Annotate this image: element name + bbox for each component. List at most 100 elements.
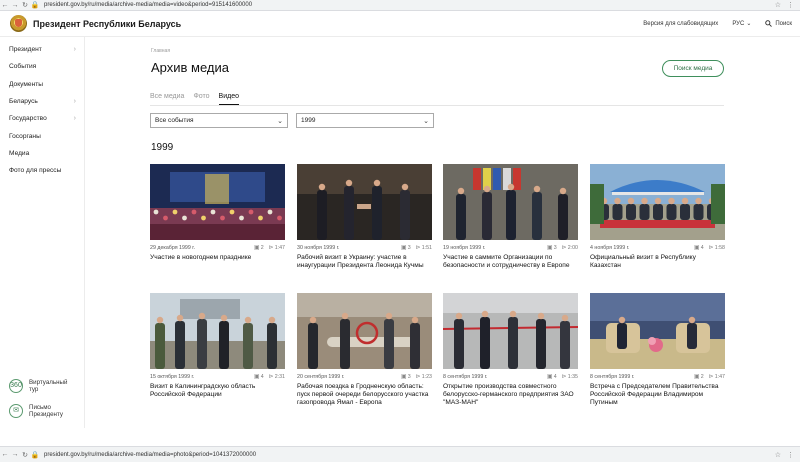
video-thumbnail-image: [297, 164, 432, 240]
photo-count: ▣ 4: [547, 373, 557, 381]
video-duration: ⊳ 1:35: [561, 373, 578, 381]
video-duration-value: 2:31: [274, 373, 285, 380]
video-thumbnail[interactable]: [150, 164, 285, 240]
accessibility-link[interactable]: Версия для слабовидящих: [643, 21, 718, 27]
media-card[interactable]: 29 декабря 1999 г. ▣ 2 ⊳ 1:47 Участие в новог…: [150, 164, 285, 262]
media-card[interactable]: 8 сентября 1999 г. ▣ 4 ⊳ 1:35 Открытие произв…: [443, 293, 578, 408]
video-duration-value: 2:00: [567, 244, 578, 251]
coat-of-arms-icon[interactable]: [10, 15, 27, 32]
event-filter-select[interactable]: Все события ⌄: [150, 113, 288, 128]
media-card[interactable]: 8 сентября 1999 г. ▣ 2 ⊳ 1:47 Встреча с Предс…: [590, 293, 725, 408]
play-icon: ⊳: [268, 245, 274, 251]
card-date: 15 октября 1999 г.: [150, 373, 195, 380]
card-title[interactable]: Рабочая поездка в Гродненскую область: п…: [297, 383, 432, 408]
mail-icon: ✉: [9, 403, 23, 418]
video-thumbnail-image: [443, 164, 578, 240]
breadcrumb[interactable]: Главная: [151, 48, 170, 54]
card-date: 29 декабря 1999 г.: [150, 244, 196, 251]
photo-icon: ▣: [694, 374, 700, 380]
forward-icon[interactable]: →: [10, 451, 20, 458]
card-date: 8 сентября 1999 г.: [590, 373, 635, 380]
bookmark-icon[interactable]: ☆: [775, 1, 781, 9]
address-bar[interactable]: president.gov.by/ru/media/archive-media/…: [44, 2, 252, 8]
video-thumbnail[interactable]: [443, 164, 578, 240]
media-card[interactable]: 15 октября 1999 г. ▣ 4 ⊳ 2:31 Визит в Калинин…: [150, 293, 285, 399]
media-card[interactable]: 4 ноября 1999 г. ▣ 4 ⊳ 1:58 Официальный визит…: [590, 164, 725, 270]
tab-photo[interactable]: Фото: [193, 93, 209, 105]
media-card[interactable]: 30 ноября 1999 г. ▣ 3 ⊳ 1:51 Рабочий визит в …: [297, 164, 432, 270]
video-thumbnail-image: [590, 164, 725, 240]
letter-president-link[interactable]: ✉ Письмо Президенту: [0, 398, 85, 423]
video-duration-value: 1:47: [274, 244, 285, 251]
sidebar-item[interactable]: Медиа: [0, 145, 84, 162]
card-title[interactable]: Рабочий визит в Украину: участие в инауг…: [297, 254, 432, 270]
virtual-tour-link[interactable]: 360 Виртуальный тур: [0, 373, 85, 398]
sidebar-item[interactable]: Госорганы: [0, 127, 84, 144]
video-thumbnail[interactable]: [590, 164, 725, 240]
search-button[interactable]: Поиск: [765, 20, 792, 27]
tour-360-icon: 360: [9, 378, 23, 393]
back-icon[interactable]: ←: [0, 2, 10, 9]
video-thumbnail[interactable]: [443, 293, 578, 369]
video-thumbnail[interactable]: [150, 293, 285, 369]
media-tabs: Все медиа Фото Видео: [150, 93, 239, 105]
tabs-divider: [150, 105, 724, 106]
video-thumbnail-image: [297, 293, 432, 369]
chevron-down-icon: ⌄: [746, 21, 752, 27]
year-filter-value: 1999: [301, 117, 316, 124]
language-selector[interactable]: РУС ⌄: [732, 20, 752, 28]
menu-icon[interactable]: ⋮: [787, 1, 794, 9]
card-date: 19 ноября 1999 г.: [443, 244, 486, 251]
sidebar-item-label: Госорганы: [9, 132, 41, 140]
tab-video[interactable]: Видео: [218, 93, 239, 105]
video-thumbnail[interactable]: [297, 164, 432, 240]
reload-icon[interactable]: ↻: [20, 451, 30, 459]
photo-count-value: 3: [407, 244, 411, 251]
year-heading: 1999: [151, 142, 174, 153]
bookmark-icon[interactable]: ☆: [775, 451, 781, 459]
site-title[interactable]: Президент Республики Беларусь: [33, 19, 181, 29]
sidebar-item[interactable]: События: [0, 58, 84, 75]
card-title[interactable]: Визит в Калининградскую область Российск…: [150, 383, 285, 399]
sidebar-item-label: Государство: [9, 115, 47, 123]
photo-count: ▣ 3: [401, 373, 411, 381]
video-thumbnail[interactable]: [590, 293, 725, 369]
reload-icon[interactable]: ↻: [20, 1, 30, 9]
forward-icon[interactable]: →: [10, 2, 20, 9]
address-bar[interactable]: president.gov.by/ru/media/archive-media/…: [44, 452, 256, 458]
card-title[interactable]: Встреча с Председателем Правительства Ро…: [590, 383, 725, 408]
year-filter-select[interactable]: 1999 ⌄: [296, 113, 434, 128]
tab-all-media[interactable]: Все медиа: [150, 93, 184, 105]
video-duration: ⊳ 1:47: [709, 373, 725, 381]
card-title[interactable]: Участие в новогоднем празднике: [150, 254, 285, 262]
play-icon: ⊳: [561, 245, 567, 251]
photo-icon: ▣: [254, 374, 260, 380]
sidebar-item[interactable]: Фото для прессы: [0, 162, 84, 179]
card-title[interactable]: Участие в саммите Организации по безопас…: [443, 254, 578, 270]
video-duration-value: 1:51: [421, 244, 432, 251]
photo-count-value: 2: [260, 244, 264, 251]
video-duration: ⊳ 2:00: [561, 244, 578, 252]
card-title[interactable]: Официальный визит в Республику Казахстан: [590, 254, 725, 270]
sidebar-item[interactable]: Документы: [0, 76, 84, 93]
search-media-button[interactable]: Поиск медиа: [662, 60, 724, 77]
card-meta: 8 сентября 1999 г. ▣ 4 ⊳ 1:35: [443, 373, 578, 381]
video-thumbnail[interactable]: [297, 293, 432, 369]
video-duration: ⊳ 2:31: [269, 373, 285, 381]
site-header: Президент Республики Беларусь Версия для…: [0, 11, 800, 37]
card-title[interactable]: Открытие производства совместного белору…: [443, 383, 578, 408]
media-card[interactable]: 19 ноября 1999 г. ▣ 3 ⊳ 2:00 Участие в саммит…: [443, 164, 578, 270]
play-icon: ⊳: [561, 374, 567, 380]
menu-icon[interactable]: ⋮: [787, 451, 794, 459]
sidebar-item[interactable]: Президент ›: [0, 41, 84, 58]
sidebar-item[interactable]: Государство ›: [0, 110, 84, 127]
card-date: 4 ноября 1999 г.: [590, 244, 630, 251]
sidebar-item[interactable]: Беларусь ›: [0, 93, 84, 110]
video-duration-value: 1:47: [714, 373, 725, 380]
chevron-down-icon: ⌄: [277, 117, 283, 125]
photo-count: ▣ 3: [401, 244, 411, 252]
photo-count-value: 2: [700, 373, 704, 380]
media-card[interactable]: 20 сентября 1999 г. ▣ 3 ⊳ 1:23 Рабочая поездк…: [297, 293, 432, 408]
sidebar-item-label: Президент: [9, 46, 42, 54]
back-icon[interactable]: ←: [0, 451, 10, 458]
